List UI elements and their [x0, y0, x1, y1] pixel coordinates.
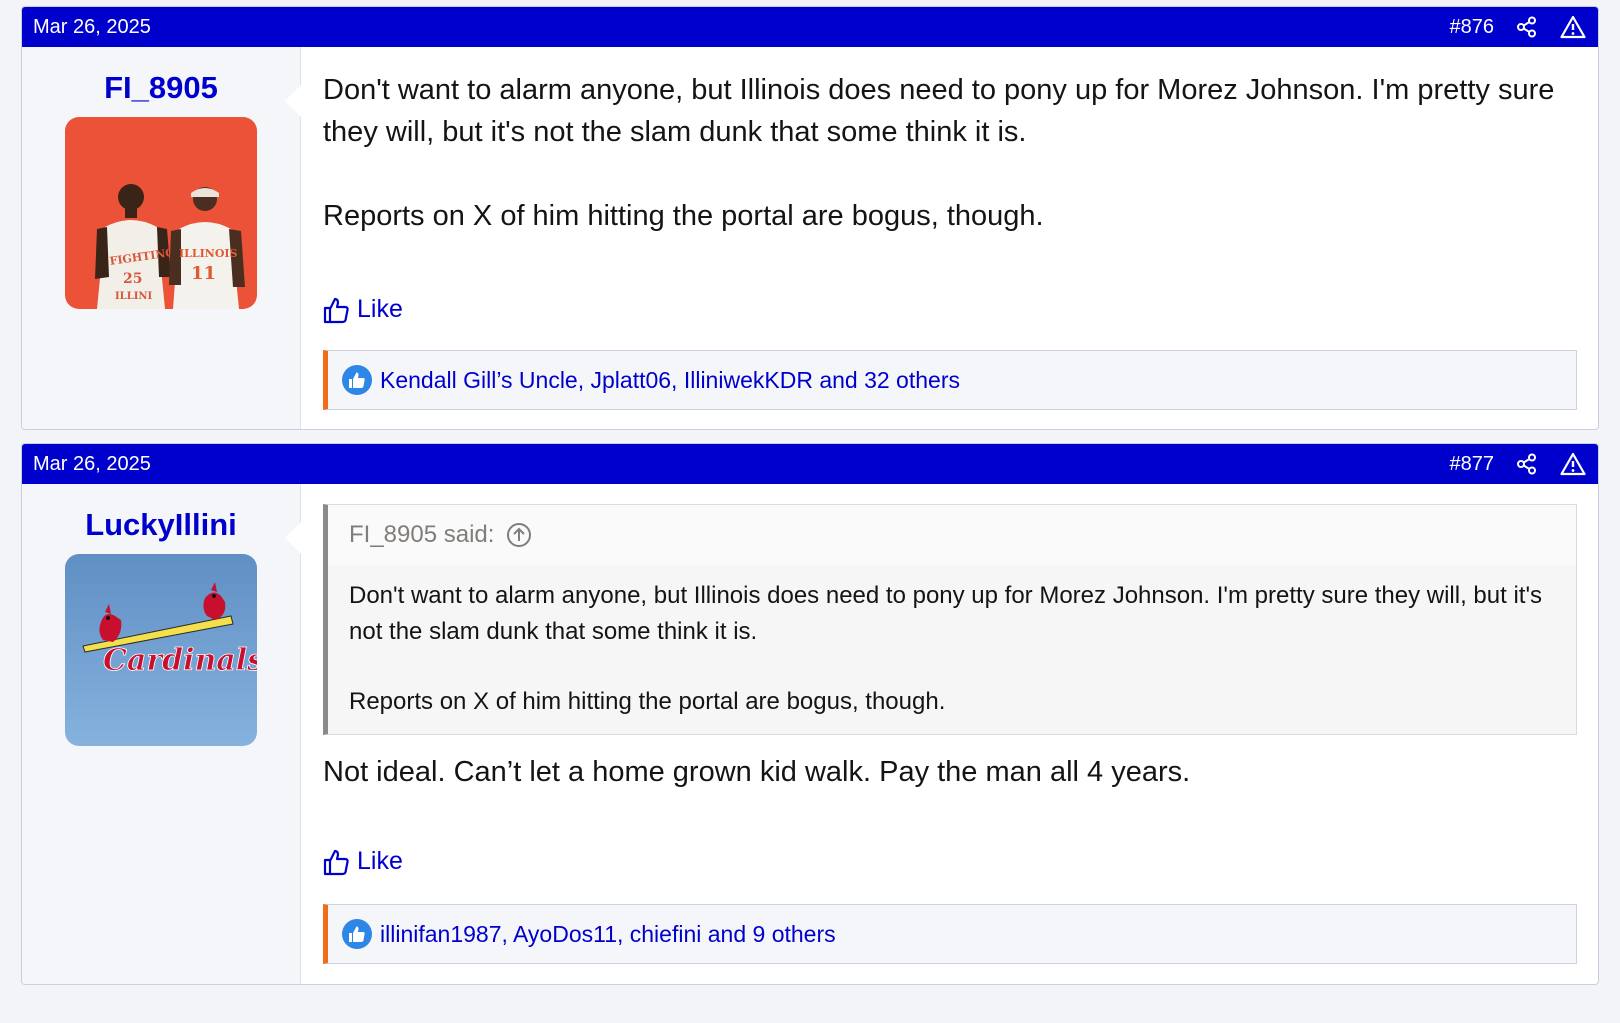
quote-paragraph: Reports on X of him hitting the portal a…: [349, 688, 946, 715]
avatar-logo-text: Cardinals: [103, 643, 257, 678]
post-date[interactable]: Mar 26, 2025: [33, 453, 151, 476]
post-date[interactable]: Mar 26, 2025: [33, 16, 151, 39]
user-cell: FI_8905 FIGHTING 25 ILLINI ILLINOIS 11: [22, 47, 301, 429]
share-icon[interactable]: [1516, 16, 1538, 38]
post-content: FI_8905 said: Don't want to alarm anyone…: [301, 484, 1598, 984]
quote-header[interactable]: FI_8905 said:: [328, 505, 1576, 565]
message-paragraph: Reports on X of him hitting the portal a…: [323, 200, 1044, 232]
reactions-bar[interactable]: Kendall Gill’s Uncle, Jplatt06, Illiniwe…: [323, 350, 1577, 410]
post-header: Mar 26, 2025 #876: [22, 7, 1598, 47]
like-label: Like: [357, 847, 403, 875]
avatar-text-11: 11: [191, 263, 216, 284]
avatar[interactable]: FIGHTING 25 ILLINI ILLINOIS 11: [65, 117, 257, 309]
avatar-text-illinois: ILLINOIS: [179, 247, 238, 260]
quote-author[interactable]: FI_8905 said:: [349, 521, 494, 549]
reactions-list[interactable]: Kendall Gill’s Uncle, Jplatt06, Illiniwe…: [380, 367, 960, 394]
report-icon[interactable]: [1560, 452, 1586, 476]
quote-body: Don't want to alarm anyone, but Illinois…: [328, 565, 1576, 734]
like-label: Like: [357, 295, 403, 323]
reactions-list[interactable]: illinifan1987, AyoDos11, chiefini and 9 …: [380, 921, 836, 948]
quote-jump-icon: [507, 523, 532, 547]
like-button[interactable]: Like: [323, 295, 1577, 324]
post-content: Don't want to alarm anyone, but Illinois…: [301, 47, 1598, 429]
post-message: Not ideal. Can’t let a home grown kid wa…: [323, 751, 1577, 793]
like-reaction-icon: [342, 919, 372, 949]
post-message: Don't want to alarm anyone, but Illinois…: [323, 69, 1577, 237]
share-icon[interactable]: [1516, 453, 1538, 475]
post-number[interactable]: #877: [1450, 453, 1495, 476]
post-number[interactable]: #876: [1450, 16, 1495, 39]
thumbs-up-icon: [323, 297, 349, 323]
reactions-bar[interactable]: illinifan1987, AyoDos11, chiefini and 9 …: [323, 904, 1577, 964]
username[interactable]: LuckyIllini: [85, 506, 237, 544]
avatar[interactable]: Cardinals: [65, 554, 257, 746]
post-header: Mar 26, 2025 #877: [22, 444, 1598, 484]
report-icon[interactable]: [1560, 15, 1586, 39]
user-cell: LuckyIllini Cardinals: [22, 484, 301, 984]
avatar-text-25: 25: [123, 271, 142, 287]
avatar-text-illini: ILLINI: [115, 291, 153, 302]
quote-block: FI_8905 said: Don't want to alarm anyone…: [323, 504, 1577, 735]
message-paragraph: Not ideal. Can’t let a home grown kid wa…: [323, 756, 1191, 788]
thumbs-up-icon: [323, 849, 349, 875]
like-reaction-icon: [342, 365, 372, 395]
post-877: Mar 26, 2025 #877 LuckyIllini Cardinals …: [21, 443, 1599, 985]
post-876: Mar 26, 2025 #876 FI_8905 FIGHTING 25 IL…: [21, 6, 1599, 430]
quote-paragraph: Don't want to alarm anyone, but Illinois…: [349, 582, 1543, 645]
username[interactable]: FI_8905: [104, 69, 218, 107]
message-paragraph: Don't want to alarm anyone, but Illinois…: [323, 74, 1555, 148]
like-button[interactable]: Like: [323, 847, 1577, 876]
